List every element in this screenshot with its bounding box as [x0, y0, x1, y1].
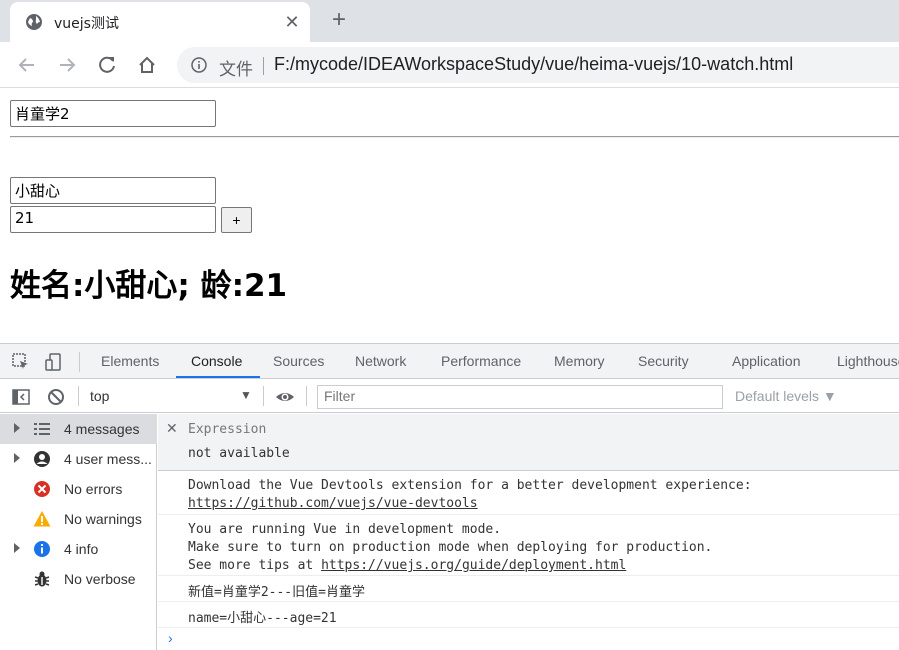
message-text: name=小甜心---age=21	[188, 611, 337, 626]
caret-right-icon[interactable]	[14, 453, 20, 463]
toolbar-divider	[79, 352, 80, 372]
console-prompt[interactable]: ›	[168, 630, 173, 646]
live-expression-value: not available	[188, 446, 290, 461]
horizontal-rule	[10, 136, 899, 138]
message-text: Download the Vue Devtools extension for …	[188, 478, 752, 493]
console-output: ✕ Expression not available Download the …	[158, 414, 899, 650]
sidebar-item-label: 4 messages	[64, 421, 140, 437]
devtools-tab-bar: Elements Console Sources Network Perform…	[0, 344, 899, 379]
sidebar-item-label: No warnings	[64, 511, 142, 527]
url-scheme-label: 文件	[219, 60, 253, 80]
devtools-link[interactable]: https://github.com/vuejs/vue-devtools	[188, 496, 478, 511]
live-expression: ✕ Expression not available	[158, 414, 899, 471]
sidebar-item-label: 4 info	[64, 541, 99, 557]
tab-network[interactable]: Network	[355, 353, 406, 369]
message-text: See more tips at https://vuejs.org/guide…	[188, 558, 626, 573]
sidebar-item-verbose[interactable]: No verbose	[0, 564, 157, 594]
list-icon	[34, 423, 50, 435]
close-icon[interactable]: ✕	[166, 420, 178, 437]
inspect-element-icon[interactable]	[11, 352, 31, 372]
devtools-panel: Elements Console Sources Network Perform…	[0, 343, 899, 650]
tab-application[interactable]: Application	[732, 353, 801, 369]
message-text-prefix: See more tips at	[188, 558, 322, 573]
result-heading: 姓名:小甜心; 龄:21	[10, 268, 288, 304]
age-input[interactable]: 21	[10, 206, 216, 233]
page-content: 肖童学2 小甜心 21 + 姓名:小甜心; 龄:21	[0, 89, 899, 343]
message-text: You are running Vue in development mode.	[188, 522, 502, 537]
tab-security[interactable]: Security	[638, 353, 689, 369]
message-text: Make sure to turn on production mode whe…	[188, 540, 713, 555]
toolbar-divider	[263, 386, 264, 406]
sidebar-item-info[interactable]: 4 info	[0, 534, 157, 564]
sidebar-item-label: No verbose	[64, 571, 136, 587]
browser-window: vuejs测试 ✕ + 文件 F:/mycode/IDEAWorkspaceSt…	[0, 0, 899, 650]
sidebar-item-warnings[interactable]: No warnings	[0, 504, 157, 534]
browser-tab[interactable]: vuejs测试 ✕	[10, 2, 310, 42]
sidebar-item-label: No errors	[64, 481, 123, 497]
active-tab-indicator	[176, 376, 260, 378]
sidebar-toggle-icon[interactable]	[11, 387, 31, 407]
caret-right-icon[interactable]	[14, 543, 20, 553]
bug-icon	[34, 571, 50, 587]
sidebar-item-messages[interactable]: 4 messages	[0, 414, 157, 444]
console-toolbar: top ▼ Filter Default levels ▼	[0, 380, 899, 413]
sidebar-item-user-messages[interactable]: 4 user mess...	[0, 444, 157, 474]
url-text[interactable]: F:/mycode/IDEAWorkspaceStudy/vue/heima-v…	[274, 54, 793, 75]
clear-console-icon[interactable]	[46, 387, 66, 407]
info-icon	[34, 541, 50, 557]
browser-toolbar: 文件 F:/mycode/IDEAWorkspaceStudy/vue/heim…	[0, 42, 899, 88]
url-separator	[263, 57, 264, 75]
tab-sources[interactable]: Sources	[273, 353, 324, 369]
info-icon[interactable]	[191, 57, 207, 73]
name-input[interactable]: 小甜心	[10, 177, 216, 204]
address-bar[interactable]: 文件 F:/mycode/IDEAWorkspaceStudy/vue/heim…	[177, 47, 899, 83]
live-expression-label[interactable]: Expression	[188, 422, 266, 437]
tab-title: vuejs测试	[54, 16, 119, 32]
forward-arrow-icon[interactable]	[54, 52, 80, 78]
user-icon	[34, 451, 50, 467]
device-toolbar-icon[interactable]	[44, 352, 64, 372]
sidebar-item-label: 4 user mess...	[64, 451, 152, 467]
eye-icon[interactable]	[275, 387, 295, 407]
console-sidebar: 4 messages 4 user mess... No errors No w…	[0, 414, 157, 650]
increment-age-button[interactable]: +	[221, 207, 252, 233]
tab-elements[interactable]: Elements	[101, 353, 159, 369]
console-message: name=小甜心---age=21	[158, 602, 899, 628]
tab-performance[interactable]: Performance	[441, 353, 521, 369]
tab-lighthouse[interactable]: Lighthouse	[837, 353, 899, 369]
log-levels-dropdown[interactable]: Default levels ▼	[735, 388, 837, 404]
error-icon	[34, 481, 50, 497]
back-arrow-icon[interactable]	[14, 52, 40, 78]
close-tab-icon[interactable]: ✕	[282, 12, 302, 32]
message-input[interactable]: 肖童学2	[10, 100, 216, 127]
tab-memory[interactable]: Memory	[554, 353, 605, 369]
console-message: Download the Vue Devtools extension for …	[158, 471, 899, 515]
caret-right-icon[interactable]	[14, 423, 20, 433]
tab-strip: vuejs测试 ✕ +	[0, 0, 899, 42]
console-message: You are running Vue in development mode.…	[158, 515, 899, 576]
new-tab-button[interactable]: +	[326, 8, 352, 34]
context-selector[interactable]: top	[90, 388, 109, 404]
tab-console[interactable]: Console	[191, 353, 242, 369]
reload-icon[interactable]	[94, 52, 120, 78]
deployment-guide-link[interactable]: https://vuejs.org/guide/deployment.html	[321, 558, 626, 573]
console-message: 新值=肖童学2---旧值=肖童学	[158, 576, 899, 602]
toolbar-divider	[306, 386, 307, 406]
warning-icon	[33, 511, 51, 527]
globe-icon	[26, 14, 42, 30]
message-text: 新值=肖童学2---旧值=肖童学	[188, 585, 365, 600]
toolbar-divider	[78, 386, 79, 406]
filter-input[interactable]: Filter	[317, 385, 723, 409]
chevron-down-icon[interactable]: ▼	[240, 388, 252, 402]
home-icon[interactable]	[134, 52, 160, 78]
sidebar-item-errors[interactable]: No errors	[0, 474, 157, 504]
